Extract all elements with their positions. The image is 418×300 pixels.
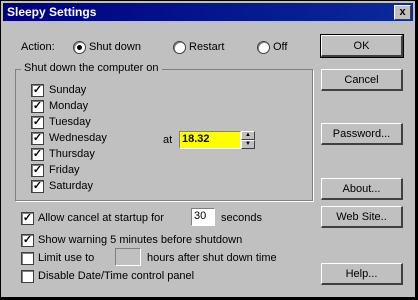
- checkbox-wednesday[interactable]: ✓: [31, 132, 44, 145]
- cancel-seconds-input[interactable]: 30: [191, 208, 215, 226]
- checkbox-allow-cancel[interactable]: ✓: [21, 212, 34, 225]
- radio-shutdown-label[interactable]: Shut down: [89, 41, 141, 53]
- radio-off-label[interactable]: Off: [273, 41, 287, 53]
- checkbox-thursday[interactable]: ✓: [31, 148, 44, 161]
- radio-shutdown[interactable]: [73, 41, 86, 54]
- label-monday[interactable]: Monday: [49, 100, 88, 112]
- checkbox-sunday[interactable]: ✓: [31, 84, 44, 97]
- show-warning-label[interactable]: Show warning 5 minutes before shutdown: [38, 234, 242, 246]
- checkbox-saturday[interactable]: ✓: [31, 180, 44, 193]
- limit-hours-label: hours after shut down time: [147, 252, 277, 264]
- limit-hours-input[interactable]: [115, 248, 141, 266]
- cancel-button[interactable]: Cancel: [321, 69, 403, 91]
- radio-off[interactable]: [257, 41, 270, 54]
- checkbox-friday[interactable]: ✓: [31, 164, 44, 177]
- spin-up-icon[interactable]: ▲: [241, 131, 255, 140]
- seconds-label: seconds: [221, 212, 262, 224]
- disable-panel-label[interactable]: Disable Date/Time control panel: [38, 270, 194, 282]
- checkbox-disable-panel[interactable]: [21, 270, 34, 283]
- window-title: Sleepy Settings: [7, 5, 97, 19]
- label-thursday[interactable]: Thursday: [49, 148, 95, 160]
- label-friday[interactable]: Friday: [49, 164, 80, 176]
- time-spinner[interactable]: ▲ ▼: [241, 131, 255, 149]
- group-title: Shut down the computer on: [21, 62, 162, 74]
- about-button[interactable]: About...: [321, 178, 403, 200]
- help-button[interactable]: Help...: [321, 263, 403, 285]
- checkbox-show-warning[interactable]: ✓: [21, 234, 34, 247]
- time-input[interactable]: 18.32: [179, 131, 241, 149]
- checkbox-monday[interactable]: ✓: [31, 100, 44, 113]
- spin-down-icon[interactable]: ▼: [241, 140, 255, 149]
- label-saturday[interactable]: Saturday: [49, 180, 93, 192]
- action-label: Action:: [21, 41, 55, 53]
- settings-window: Sleepy Settings x Action: Shut down Rest…: [0, 0, 416, 298]
- at-label: at: [163, 134, 173, 146]
- password-button[interactable]: Password...: [321, 123, 403, 145]
- checkbox-limit-use[interactable]: [21, 252, 34, 265]
- label-sunday[interactable]: Sunday: [49, 84, 86, 96]
- checkbox-tuesday[interactable]: ✓: [31, 116, 44, 129]
- limit-use-label[interactable]: Limit use to: [38, 252, 94, 264]
- radio-restart[interactable]: [173, 41, 186, 54]
- radio-restart-label[interactable]: Restart: [189, 41, 224, 53]
- label-wednesday[interactable]: Wednesday: [49, 132, 107, 144]
- website-button[interactable]: Web Site..: [321, 206, 403, 228]
- ok-button[interactable]: OK: [320, 34, 404, 58]
- title-bar: Sleepy Settings x: [3, 3, 413, 21]
- close-button[interactable]: x: [394, 5, 411, 20]
- allow-cancel-label[interactable]: Allow cancel at startup for: [38, 212, 164, 224]
- label-tuesday[interactable]: Tuesday: [49, 116, 91, 128]
